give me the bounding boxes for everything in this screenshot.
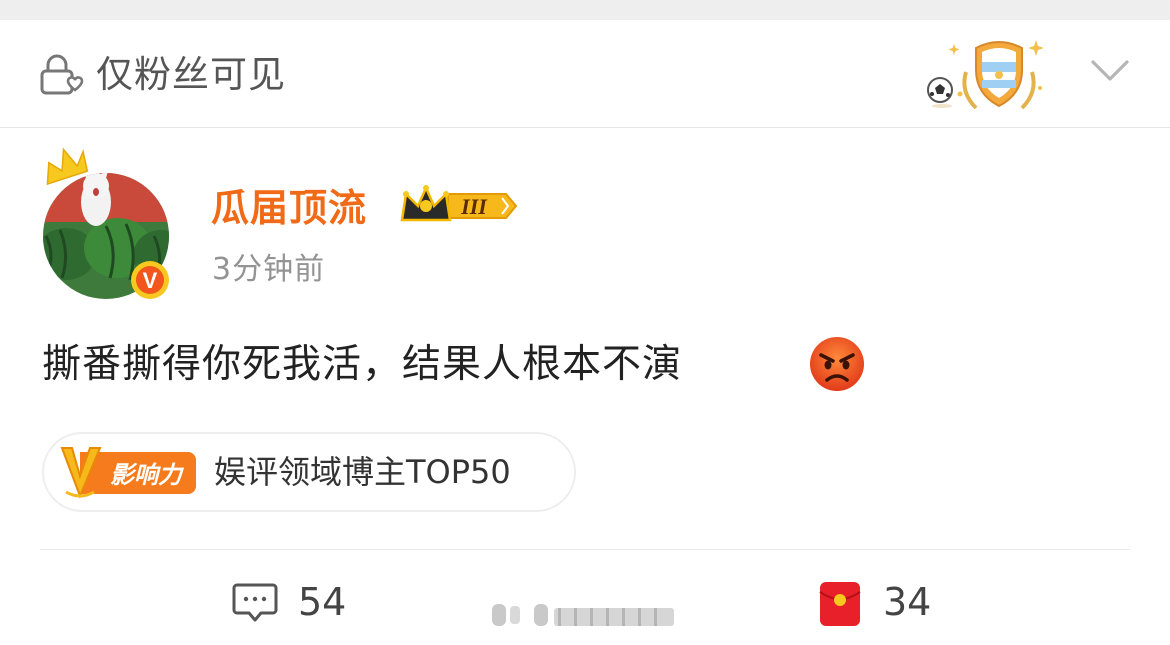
- comment-count[interactable]: 54: [298, 578, 346, 626]
- red-packet-icon[interactable]: [818, 580, 862, 628]
- influence-tag[interactable]: 影响力 娱评领域博主TOP50: [42, 432, 576, 512]
- argentina-shield-badge-icon: [927, 40, 1044, 110]
- post-text: 撕番撕得你死我活，结果人根本不演: [42, 342, 683, 387]
- blurred-content: [492, 604, 674, 626]
- influence-logo-icon: 影响力: [60, 447, 196, 499]
- influence-label: 娱评领域博主TOP50: [214, 453, 511, 491]
- influence-logo-text: 影响力: [110, 461, 185, 489]
- post-time: 3分钟前: [212, 252, 326, 287]
- divider: [40, 549, 1130, 550]
- lock-heart-icon: [40, 54, 84, 95]
- visibility-bar: 仅粉丝可见: [0, 20, 1170, 128]
- red-packet-count[interactable]: 34: [883, 578, 931, 626]
- vip-crown-badge-icon[interactable]: III: [398, 184, 518, 228]
- angry-face-icon: [810, 337, 864, 391]
- author-name[interactable]: 瓜届顶流: [211, 184, 367, 232]
- comment-icon[interactable]: [232, 580, 278, 624]
- weibo-post-card: 仅粉丝可见 V 瓜届顶流 III 3分钟前 撕番撕得你死我活，结果人根本不演 影…: [0, 0, 1170, 645]
- vip-level: III: [460, 194, 488, 219]
- avatar[interactable]: V: [36, 144, 176, 304]
- chevron-down-icon[interactable]: [1090, 58, 1130, 84]
- top-strip: [0, 0, 1170, 20]
- verified-mark: V: [143, 268, 158, 293]
- visibility-label: 仅粉丝可见: [96, 53, 286, 96]
